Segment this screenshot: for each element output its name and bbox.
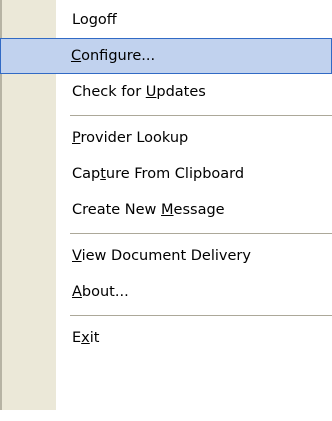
menu-separator	[70, 315, 332, 316]
context-menu: Logoff Configure... Check for Updates Pr…	[0, 0, 332, 410]
mnemonic-letter: V	[72, 248, 82, 264]
mnemonic-letter: U	[145, 84, 157, 100]
menu-item-about[interactable]: About...	[2, 274, 332, 310]
menu-item-label: Check for Updates	[72, 84, 206, 100]
mnemonic-letter: t	[100, 166, 106, 182]
menu-item-create-new-message[interactable]: Create New Message	[2, 192, 332, 228]
mnemonic-letter: x	[81, 330, 90, 346]
mnemonic-letter: M	[161, 202, 174, 218]
menu-item-label: Provider Lookup	[72, 130, 189, 146]
menu-item-label: Create New Message	[72, 202, 225, 218]
menu-item-label: About...	[72, 284, 129, 300]
menu-separator	[70, 233, 332, 234]
menu-item-capture-from-clipboard[interactable]: Capture From Clipboard	[2, 156, 332, 192]
mnemonic-letter: P	[72, 130, 81, 146]
menu-item-label: Logoff	[72, 12, 117, 28]
menu-item-label: View Document Delivery	[72, 248, 251, 264]
menu-item-exit[interactable]: Exit	[2, 320, 332, 356]
menu-item-configure[interactable]: Configure...	[0, 38, 332, 74]
menu-item-provider-lookup[interactable]: Provider Lookup	[2, 120, 332, 156]
menu-separator	[70, 115, 332, 116]
menu-item-logoff[interactable]: Logoff	[2, 2, 332, 38]
menu-item-label: Exit	[72, 330, 100, 346]
menu-item-check-for-updates[interactable]: Check for Updates	[2, 74, 332, 110]
menu-item-view-document-delivery[interactable]: View Document Delivery	[2, 238, 332, 274]
mnemonic-letter: C	[71, 48, 82, 64]
menu-item-label: Capture From Clipboard	[72, 166, 245, 182]
menu-item-label: Configure...	[71, 48, 156, 64]
mnemonic-letter: A	[72, 284, 82, 300]
